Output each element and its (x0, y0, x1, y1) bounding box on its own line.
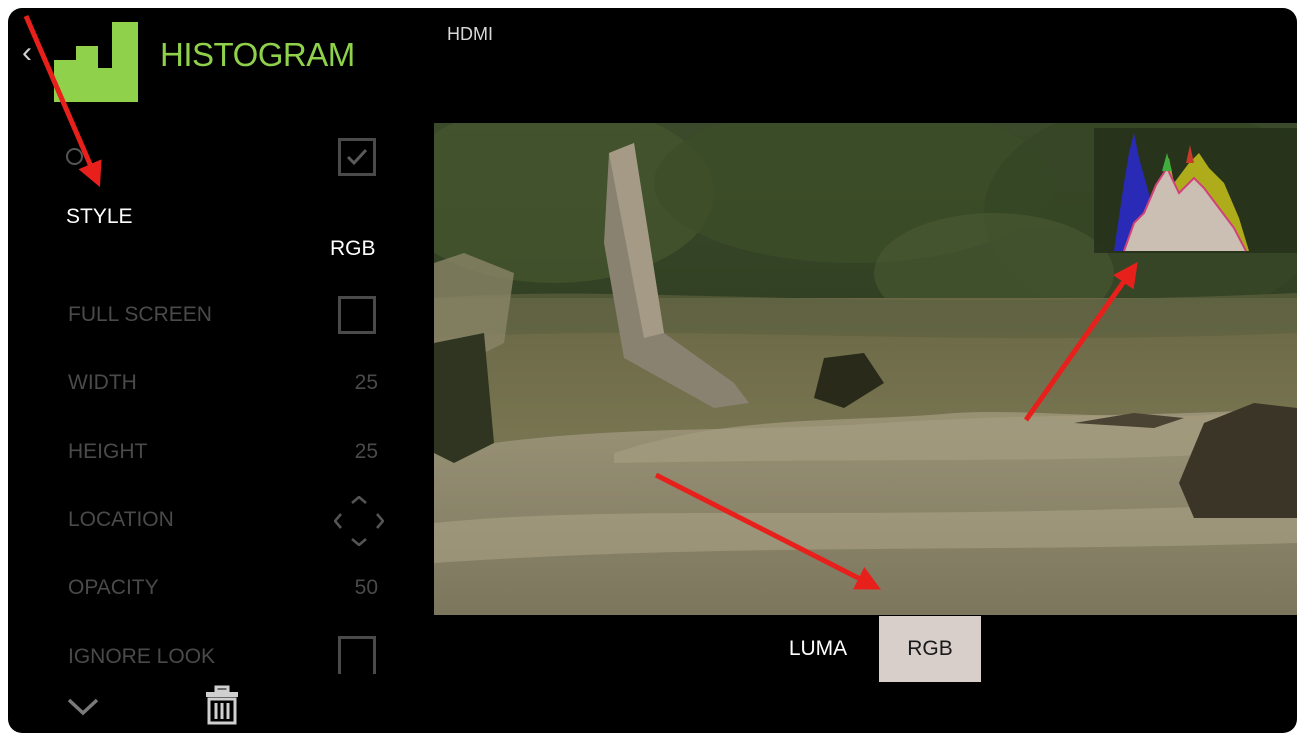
style-label[interactable]: STYLE (66, 205, 133, 229)
height-label: HEIGHT (68, 440, 148, 463)
chevron-down-icon[interactable] (66, 692, 100, 720)
tab-rgb[interactable]: RGB (879, 616, 981, 682)
location-label: LOCATION (68, 508, 174, 531)
style-value[interactable]: RGB (330, 237, 376, 261)
trash-icon[interactable] (204, 685, 240, 725)
enable-checkbox[interactable] (338, 138, 376, 176)
width-label: WIDTH (68, 371, 137, 394)
enable-radio[interactable] (66, 148, 83, 165)
ignore-look-label: IGNORE LOOK (68, 645, 216, 668)
opacity-value[interactable]: 50 (318, 576, 378, 600)
full-screen-label: FULL SCREEN (68, 303, 212, 326)
source-label: HDMI (447, 24, 493, 44)
back-icon[interactable]: ‹ (22, 38, 32, 68)
ignore-look-checkbox[interactable] (338, 636, 376, 674)
full-screen-checkbox[interactable] (338, 296, 376, 334)
monitor-screen: ‹ HISTOGRAM HDMI STYLE RGB FULL SCREEN W… (8, 8, 1297, 733)
location-diamond-icon[interactable] (334, 496, 384, 546)
check-icon (346, 148, 368, 166)
opacity-label: OPACITY (68, 576, 159, 599)
tab-luma[interactable]: LUMA (768, 616, 868, 682)
page-title: HISTOGRAM (160, 36, 355, 73)
height-value[interactable]: 25 (318, 440, 378, 464)
histogram-logo-icon (54, 22, 138, 102)
video-preview (434, 123, 1297, 615)
width-value[interactable]: 25 (318, 371, 378, 395)
